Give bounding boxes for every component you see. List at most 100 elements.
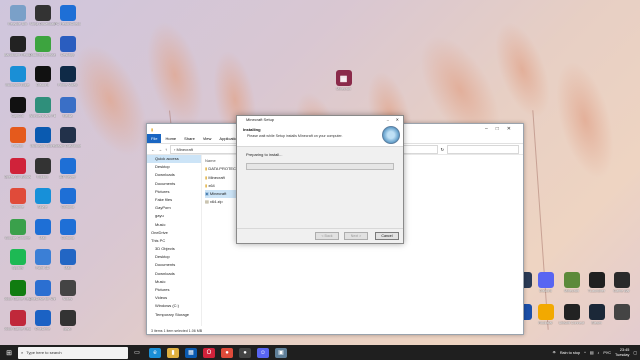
forward-icon[interactable]: → [158, 147, 162, 152]
setup-taskbar-icon[interactable]: ▣ [275, 347, 287, 358]
desktop-icon[interactable]: gayu [54, 310, 81, 331]
desktop-icon[interactable]: Steam [583, 304, 610, 325]
start-button[interactable]: ⊞ [0, 345, 18, 360]
nav-item[interactable]: Music [147, 221, 201, 229]
nav-item[interactable]: gayu [147, 212, 201, 220]
desktop-icon[interactable]: Mail [29, 218, 56, 240]
tray-chevron-icon[interactable]: ^ [584, 351, 586, 355]
desktop-icon[interactable]: Bandicam Recording [4, 35, 31, 57]
back-button[interactable]: < Back [315, 232, 339, 240]
task-view-icon[interactable]: ▭ [131, 348, 143, 358]
discord-icon[interactable]: ☺ [257, 347, 269, 358]
nav-item[interactable]: Documents [147, 180, 201, 188]
nav-item[interactable]: Windows (C:) [147, 302, 201, 310]
up-icon[interactable]: ↑ [165, 147, 167, 152]
system-tray: ☂ Rain to stop ^ ▤ ♪ РУС 23:45 Tuesday ▢ [552, 345, 637, 360]
desktop-icon[interactable]: Ubisoft Connect [558, 304, 585, 325]
desktop-icon[interactable]: Ninja Download [29, 5, 56, 26]
desktop-icon[interactable]: Discord [532, 272, 559, 293]
filmora-icon [34, 96, 51, 113]
nav-item[interactable]: Downloads [147, 171, 201, 179]
desktop-icon[interactable]: Steam Dashboard [54, 127, 81, 148]
nav-item[interactable]: Desktop [147, 253, 201, 261]
nav-item[interactable]: Pictures [147, 286, 201, 294]
taskbar-search[interactable]: ⌕ Type here to search [18, 346, 128, 359]
language-indicator[interactable]: РУС [603, 351, 611, 355]
desktop-icon[interactable]: Microsoft Edge [4, 66, 31, 87]
nav-item[interactable]: Desktop [147, 163, 201, 171]
minimize-icon[interactable]: – [387, 116, 389, 124]
explorer-taskbar-icon[interactable]: ▮ [167, 347, 179, 358]
desktop-icon[interactable]: Media [54, 96, 81, 118]
weather-text[interactable]: Rain to stop [560, 351, 580, 355]
desktop-icon[interactable]: CapCut [4, 96, 31, 118]
desktop-icon[interactable]: Spotify [4, 249, 31, 270]
nav-item[interactable]: GayPorn [147, 204, 201, 212]
desktop-icon[interactable]: Paint 3D [29, 249, 56, 270]
cancel-button[interactable]: Cancel [375, 232, 399, 240]
desktop-icon[interactable]: OneDrive for Windows 10 [29, 279, 56, 301]
desktop-icon[interactable]: OneDrive [29, 310, 56, 331]
desktop-icon[interactable] [608, 304, 635, 321]
tab-file[interactable]: File [147, 134, 162, 143]
close-icon[interactable]: ✕ [507, 126, 519, 132]
desktop-icon[interactable]: Skype [29, 188, 56, 209]
edge-icon[interactable]: e [149, 347, 161, 358]
nav-item[interactable]: Quick access [147, 155, 201, 164]
notifications-icon[interactable]: ▢ [633, 350, 637, 355]
desktop-icon[interactable]: Mail [54, 249, 81, 270]
opera-icon[interactable]: O [203, 347, 215, 358]
desktop-icon[interactable]: Discord [29, 66, 56, 87]
minimize-icon[interactable]: – [485, 126, 496, 132]
desktop-icon[interactable]: Microsoft Store [29, 127, 56, 148]
close-icon[interactable]: ✕ [396, 116, 399, 124]
nav-item[interactable]: OneDrive [147, 229, 201, 237]
nav-item[interactable]: Videos [147, 294, 201, 302]
clock[interactable]: 23:45 Tuesday [615, 348, 629, 357]
nav-item[interactable]: Documents [147, 261, 201, 269]
nav-item[interactable]: 3D Objects [147, 245, 201, 253]
desktop-icon[interactable]: Chrome [4, 188, 31, 209]
desktop-icon[interactable]: Cortana [54, 218, 81, 240]
setup-titlebar[interactable]: Minecraft Setup ✕ – [237, 116, 403, 124]
network-icon[interactable]: ▤ [590, 350, 594, 355]
refresh-icon[interactable]: ↻ [441, 147, 444, 152]
desktop-icon[interactable]: Opera GX Browser [4, 157, 31, 179]
desktop-icon[interactable]: 3D Viewer [54, 157, 81, 179]
tab-share[interactable]: Share [180, 136, 199, 141]
winrar-desktop-icon[interactable]: ▦ Minecraft [330, 70, 357, 91]
nav-item[interactable]: This PC [147, 237, 201, 245]
desktop-icon[interactable]: Roblox [29, 157, 56, 179]
desktop-icon[interactable]: Duckling Browser [29, 35, 56, 57]
desktop-icon[interactable]: Game Bar [608, 272, 635, 293]
nav-item[interactable]: Temporary Storage [147, 311, 201, 319]
nav-item[interactable]: Music [147, 278, 201, 286]
desktop-icon[interactable]: Minecraft [558, 272, 585, 293]
desktop-icon[interactable]: Google Chrome [4, 218, 31, 240]
desktop-icon[interactable]: PC HealthCheck [54, 5, 81, 26]
desktop-icon[interactable]: Desktop [54, 35, 81, 57]
desktop-icon[interactable]: Xbox Game Recovery [4, 279, 31, 301]
desktop-icon[interactable]: TLauncher [583, 272, 610, 293]
desktop-icon[interactable]: Recycle Bin [4, 5, 31, 26]
store-icon[interactable]: ▦ [185, 347, 197, 358]
desktop-icon[interactable]: Prime Video [54, 66, 81, 87]
desktop-icon[interactable]: Notes [54, 279, 81, 301]
tab-view[interactable]: View [199, 136, 216, 141]
next-button[interactable]: Next > [344, 232, 368, 240]
search-input[interactable] [447, 144, 519, 154]
desktop-icon[interactable]: Firefox [4, 127, 31, 148]
maximize-icon[interactable]: □ [496, 126, 507, 132]
desktop-icon[interactable]: Rockstar [532, 304, 559, 325]
back-icon[interactable]: ← [151, 147, 155, 152]
desktop-icon[interactable]: Wondershare Filmora 11 [29, 96, 56, 118]
chrome-icon[interactable]: ● [221, 347, 233, 358]
nav-item[interactable]: Fake files [147, 196, 201, 204]
tab-home[interactable]: Home [161, 136, 180, 141]
bandicam-icon[interactable]: ● [239, 347, 251, 358]
nav-item[interactable]: Downloads [147, 270, 201, 278]
nav-item[interactable]: Pictures [147, 188, 201, 196]
desktop-icon[interactable]: Cortana [54, 188, 81, 209]
volume-icon[interactable]: ♪ [597, 351, 599, 355]
desktop-icon[interactable]: Xbox Game Recorder [4, 310, 31, 331]
